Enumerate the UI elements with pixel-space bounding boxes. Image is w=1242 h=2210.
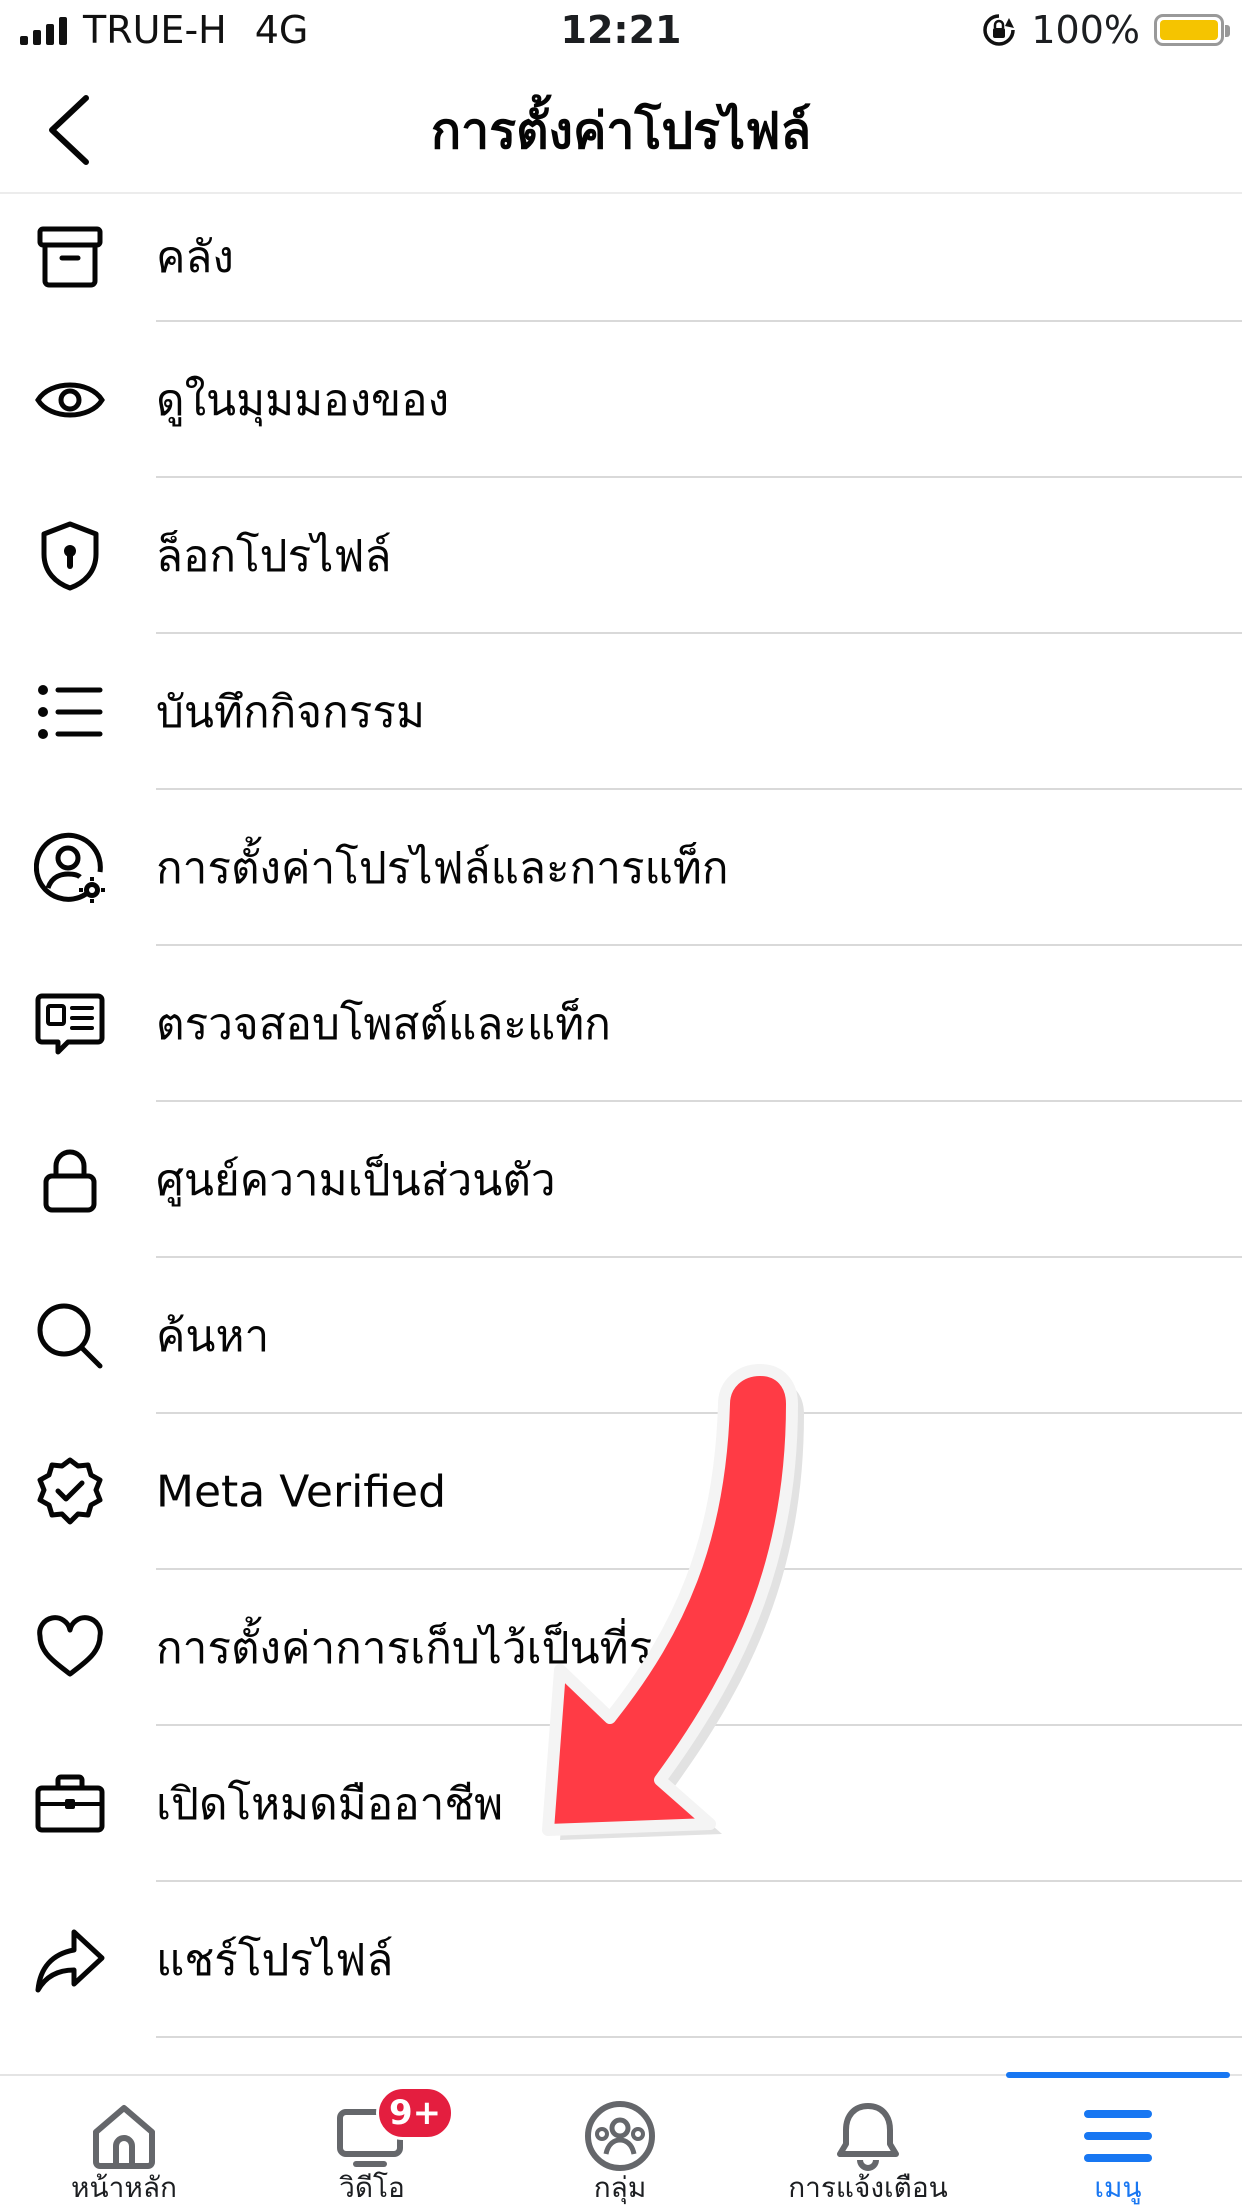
menu-item-share-profile[interactable]: แชร์โปรไฟล์ xyxy=(0,1882,1242,2038)
battery-percent: 100% xyxy=(1031,8,1140,52)
tab-notifications[interactable]: การแจ้งเตือน xyxy=(744,2076,992,2210)
tab-menu[interactable]: เมนู xyxy=(994,2072,1242,2210)
menu-item-label: การตั้งค่าการเก็บไว้เป็นที่ระลึก xyxy=(156,1623,730,1674)
page-title: การตั้งค่าโปรไฟล์ xyxy=(430,102,812,160)
briefcase-icon xyxy=(34,1768,106,1840)
menu-item-label: บันทึกกิจกรรม xyxy=(156,687,425,738)
home-icon xyxy=(93,2105,155,2169)
user-gear-icon xyxy=(33,832,106,904)
divider xyxy=(156,2036,1242,2038)
menu-item-label: คลัง xyxy=(156,232,234,283)
menu-item-review-posts[interactable]: ตรวจสอบโพสต์และแท็ก xyxy=(0,946,1242,1102)
menu-item-label: ศูนย์ความเป็นส่วนตัว xyxy=(156,1155,556,1206)
profile-settings-list: คลัง ดูในมุมมองของ ล็อกโปรไฟล์ บันทึกกิจ… xyxy=(0,192,1242,2074)
tab-label: วิดีโอ xyxy=(339,2171,405,2204)
menu-item-label: ล็อกโปรไฟล์ xyxy=(156,531,392,582)
bottom-tab-bar: หน้าหลัก 9+ วิดีโอ กลุ่ม การแจ้งเตือน เม… xyxy=(0,2072,1242,2210)
active-tab-indicator xyxy=(1006,2072,1230,2078)
battery-icon xyxy=(1154,14,1230,46)
nav-header: การตั้งค่าโปรไฟล์ xyxy=(0,62,1242,194)
tab-label: หน้าหลัก xyxy=(71,2171,177,2204)
archive-box-icon xyxy=(34,221,106,293)
menu-item-memorialization[interactable]: การตั้งค่าการเก็บไว้เป็นที่ระลึก xyxy=(0,1570,1242,1726)
menu-item-view-as[interactable]: ดูในมุมมองของ xyxy=(0,322,1242,478)
tab-label: กลุ่ม xyxy=(593,2171,647,2204)
search-icon xyxy=(34,1300,106,1372)
orientation-lock-icon xyxy=(983,14,1016,46)
menu-item-search[interactable]: ค้นหา xyxy=(0,1258,1242,1414)
menu-item-archive[interactable]: คลัง xyxy=(0,192,1242,322)
tab-label: การแจ้งเตือน xyxy=(788,2171,948,2204)
tab-label: เมนู xyxy=(1094,2171,1142,2204)
verified-badge-icon xyxy=(34,1456,106,1528)
menu-item-lock-profile[interactable]: ล็อกโปรไฟล์ xyxy=(0,478,1242,634)
menu-icon xyxy=(1084,2110,1152,2162)
menu-item-professional-mode[interactable]: เปิดโหมดมืออาชีพ xyxy=(0,1726,1242,1882)
tab-home[interactable]: หน้าหลัก xyxy=(0,2076,248,2210)
menu-item-label: การตั้งค่าโปรไฟล์และการแท็ก xyxy=(156,843,729,894)
bell-icon xyxy=(837,2103,899,2171)
menu-item-label: เปิดโหมดมืออาชีพ xyxy=(156,1779,504,1830)
groups-icon xyxy=(585,2101,655,2171)
menu-item-label: Meta Verified xyxy=(156,1466,447,1518)
menu-item-privacy-center[interactable]: ศูนย์ความเป็นส่วนตัว xyxy=(0,1102,1242,1258)
lock-icon xyxy=(34,1144,106,1216)
heart-icon xyxy=(34,1612,106,1684)
review-post-icon xyxy=(34,988,106,1060)
status-bar: TRUE-H 4G 12:21 100% xyxy=(0,0,1242,62)
tab-groups[interactable]: กลุ่ม xyxy=(496,2076,744,2210)
menu-item-activity-log[interactable]: บันทึกกิจกรรม xyxy=(0,634,1242,790)
menu-item-profile-and-tagging[interactable]: การตั้งค่าโปรไฟล์และการแท็ก xyxy=(0,790,1242,946)
share-arrow-icon xyxy=(34,1924,106,1996)
shield-lock-icon xyxy=(34,520,106,592)
menu-item-label: แชร์โปรไฟล์ xyxy=(156,1935,394,1986)
menu-item-label: ตรวจสอบโพสต์และแท็ก xyxy=(156,999,611,1050)
eye-icon xyxy=(34,364,106,436)
notification-badge: 9+ xyxy=(376,2086,455,2140)
menu-item-label: ค้นหา xyxy=(156,1311,270,1362)
list-icon xyxy=(34,676,106,748)
menu-item-label: ดูในมุมมองของ xyxy=(156,375,450,426)
menu-item-meta-verified[interactable]: Meta Verified xyxy=(0,1414,1242,1570)
tab-video[interactable]: 9+ วิดีโอ xyxy=(248,2076,496,2210)
